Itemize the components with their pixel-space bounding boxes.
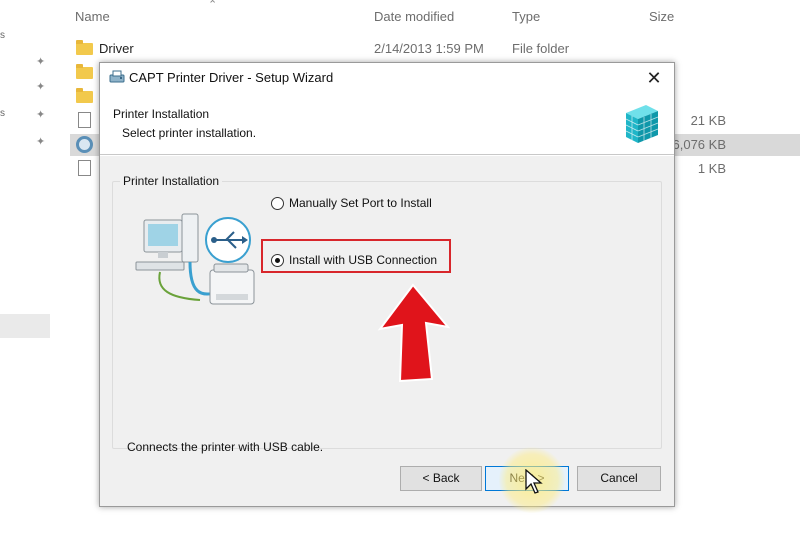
cancel-button[interactable]: Cancel [577, 466, 661, 491]
column-header-size[interactable]: Size [649, 9, 674, 24]
file-row-driver[interactable]: Driver 2/14/2013 1:59 PM File folder [70, 38, 800, 60]
nav-item-fragment[interactable]: s [0, 108, 5, 119]
highlight-box [261, 239, 451, 273]
column-header-date[interactable]: Date modified [374, 9, 454, 24]
option-description: Connects the printer with USB cable. [127, 440, 324, 454]
nav-item-fragment[interactable]: s [0, 30, 5, 41]
column-header-type[interactable]: Type [512, 9, 540, 24]
pin-icon: ✦ [36, 136, 46, 148]
folder-icon [76, 64, 94, 80]
file-type: File folder [512, 41, 570, 56]
sort-arrow-icon: ⌃ [208, 0, 218, 11]
header-subtitle: Select printer installation. [122, 126, 257, 140]
document-icon [76, 112, 94, 128]
document-icon [76, 160, 94, 176]
file-size: 21 KB [690, 113, 726, 128]
printer-setup-icon [109, 70, 125, 83]
folder-icon [76, 88, 94, 104]
dialog-titlebar[interactable]: CAPT Printer Driver - Setup Wizard ✕ [100, 63, 674, 93]
setup-icon [76, 136, 94, 153]
folder-icon [76, 40, 94, 56]
nav-selected-item[interactable] [0, 314, 50, 338]
radio-label: Manually Set Port to Install [289, 196, 432, 210]
pin-icon: ✦ [36, 56, 46, 68]
column-header-name[interactable]: Name [75, 9, 110, 24]
back-button[interactable]: < Back [400, 466, 482, 491]
close-button[interactable]: ✕ [642, 66, 666, 90]
cube-logo-icon [625, 105, 659, 143]
radio-button-icon [271, 196, 284, 210]
file-size: 1 KB [697, 161, 726, 176]
header-title: Printer Installation [113, 107, 210, 121]
pin-icon: ✦ [36, 109, 46, 121]
mouse-pointer-icon [525, 469, 543, 494]
wizard-header: Printer Installation Select printer inst… [100, 93, 674, 155]
group-label: Printer Installation [120, 174, 223, 188]
navigation-pane: s s ✦ ✦ ✦ ✦ [0, 0, 62, 533]
file-name: Driver [99, 41, 134, 56]
manual-port-radio[interactable]: Manually Set Port to Install [271, 196, 432, 210]
red-arrow-icon [377, 283, 450, 383]
dialog-title: CAPT Printer Driver - Setup Wizard [129, 70, 334, 85]
pin-icon: ✦ [36, 81, 46, 93]
usb-printer-illustration [135, 213, 255, 305]
file-size: 6,076 KB [672, 137, 727, 152]
file-date: 2/14/2013 1:59 PM [374, 41, 484, 56]
